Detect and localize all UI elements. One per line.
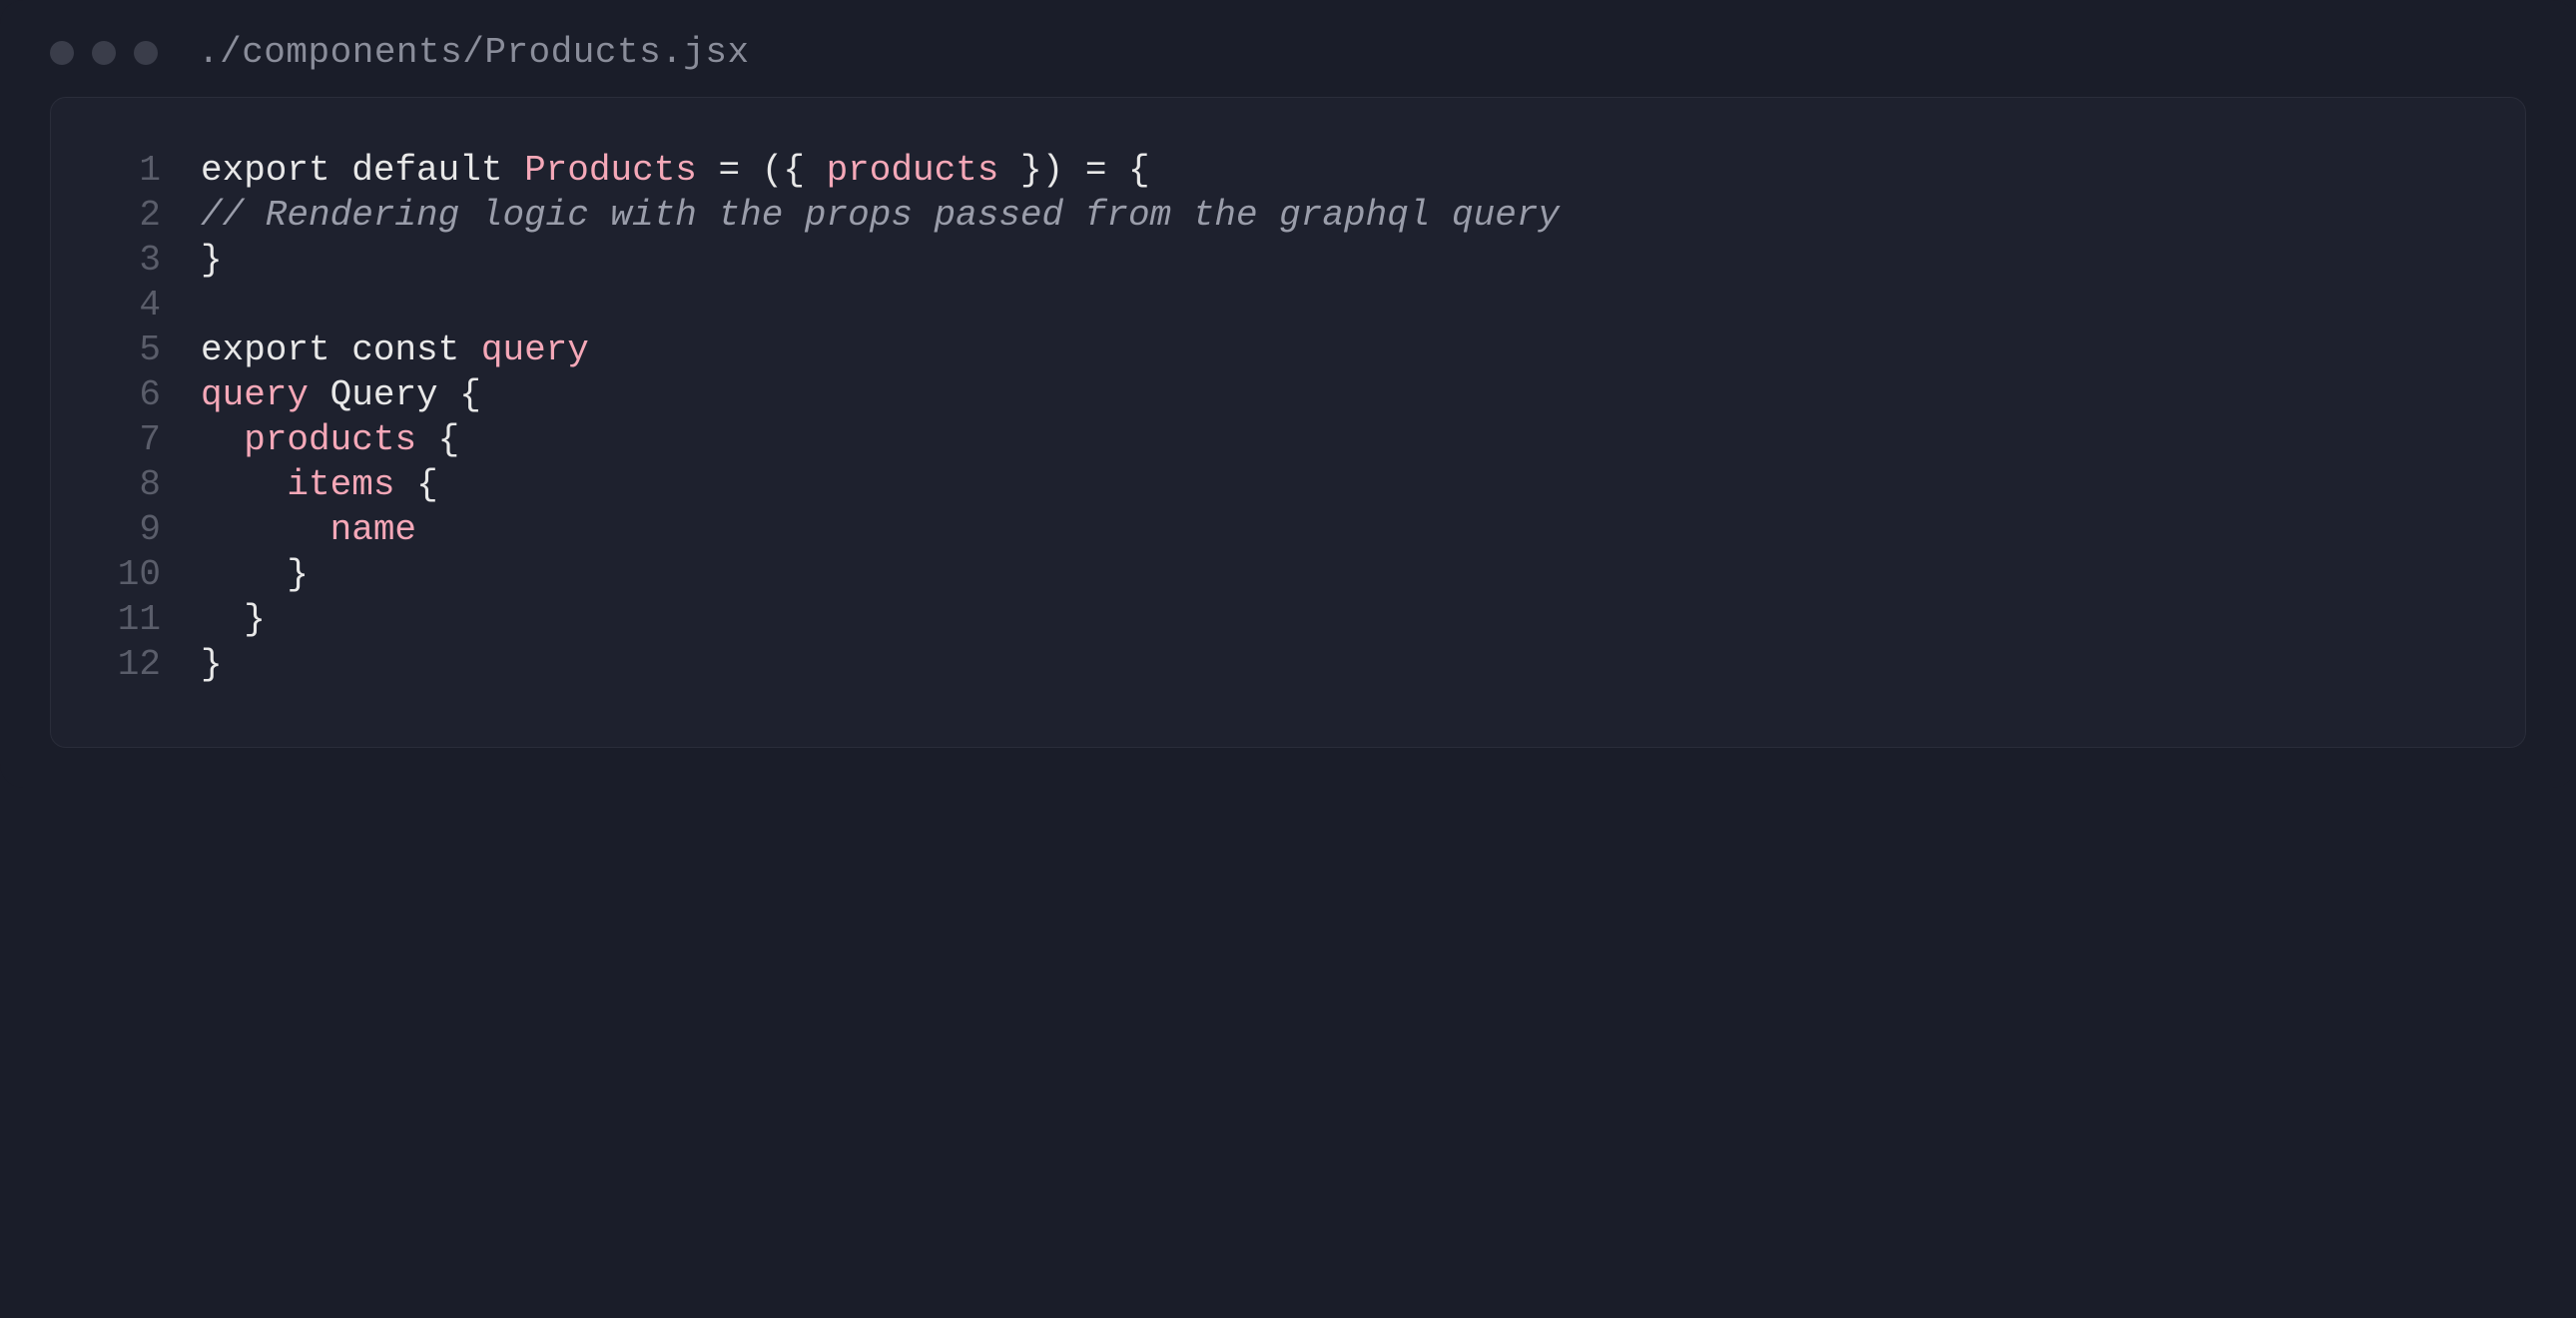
filename-label: ./components/Products.jsx	[198, 32, 750, 73]
code-lines-container: 1 export default Products = ({ products }…	[91, 148, 2485, 687]
traffic-lights	[50, 41, 158, 65]
code-token	[805, 150, 827, 191]
code-content[interactable]: query Query {	[201, 372, 2485, 417]
code-token: {	[1128, 150, 1150, 191]
code-token: Query	[330, 374, 438, 415]
code-token: const	[351, 330, 459, 370]
code-token: {	[416, 464, 438, 505]
code-line[interactable]: 7 products {	[91, 417, 2485, 462]
code-content[interactable]: export default Products = ({ products })…	[201, 148, 2485, 193]
code-token: Products	[524, 150, 697, 191]
code-token	[740, 150, 762, 191]
line-number: 11	[91, 597, 161, 642]
code-line[interactable]: 10 }	[91, 552, 2485, 597]
code-content[interactable]: items {	[201, 462, 2485, 507]
line-number: 6	[91, 372, 161, 417]
code-line[interactable]: 8 items {	[91, 462, 2485, 507]
code-token: ({	[762, 150, 805, 191]
line-number: 7	[91, 417, 161, 462]
code-token	[330, 330, 352, 370]
code-token: default	[351, 150, 502, 191]
code-line[interactable]: 1 export default Products = ({ products }…	[91, 148, 2485, 193]
code-line[interactable]: 11 }	[91, 597, 2485, 642]
code-token	[330, 150, 352, 191]
line-number: 1	[91, 148, 161, 193]
editor-window: ./components/Products.jsx 1 export defaul…	[0, 0, 2576, 788]
code-content[interactable]: // Rendering logic with the props passed…	[201, 193, 2485, 238]
code-token: query	[201, 374, 309, 415]
code-token	[1063, 150, 1085, 191]
code-panel[interactable]: 1 export default Products = ({ products }…	[50, 97, 2526, 748]
code-token	[998, 150, 1020, 191]
code-content[interactable]: }	[201, 552, 2485, 597]
code-token: products	[244, 419, 416, 460]
code-token	[201, 509, 330, 550]
code-token: export	[201, 150, 330, 191]
code-token	[459, 330, 481, 370]
line-number: 4	[91, 283, 161, 328]
code-token	[416, 419, 438, 460]
code-token	[438, 374, 460, 415]
code-token	[201, 554, 287, 595]
code-token: {	[459, 374, 481, 415]
code-token	[502, 150, 524, 191]
code-line[interactable]: 5 export const query	[91, 328, 2485, 372]
code-line[interactable]: 4	[91, 283, 2485, 328]
line-number: 9	[91, 507, 161, 552]
code-content[interactable]: products {	[201, 417, 2485, 462]
code-token: })	[1020, 150, 1063, 191]
code-token	[201, 419, 244, 460]
code-token: products	[827, 150, 999, 191]
code-token	[201, 464, 287, 505]
close-icon[interactable]	[50, 41, 74, 65]
code-token	[309, 374, 330, 415]
code-line[interactable]: 12}	[91, 642, 2485, 687]
line-number: 3	[91, 238, 161, 283]
code-line[interactable]: 3}	[91, 238, 2485, 283]
code-token	[394, 464, 416, 505]
code-line[interactable]: 6 query Query {	[91, 372, 2485, 417]
line-number: 12	[91, 642, 161, 687]
code-token	[697, 150, 719, 191]
code-token: // Rendering logic with the props passed…	[201, 195, 1560, 236]
code-token: }	[201, 644, 223, 685]
line-number: 10	[91, 552, 161, 597]
code-line[interactable]: 9 name	[91, 507, 2485, 552]
code-line[interactable]: 2 // Rendering logic with the props passe…	[91, 193, 2485, 238]
code-content[interactable]: }	[201, 238, 2485, 283]
code-content[interactable]: export const query	[201, 328, 2485, 372]
code-token: name	[330, 509, 416, 550]
minimize-icon[interactable]	[92, 41, 116, 65]
code-token	[201, 599, 244, 640]
titlebar: ./components/Products.jsx	[0, 0, 2576, 97]
code-token: export	[201, 330, 330, 370]
code-token: }	[244, 599, 266, 640]
code-token: }	[201, 240, 223, 281]
code-token: {	[438, 419, 460, 460]
maximize-icon[interactable]	[134, 41, 158, 65]
code-content[interactable]: name	[201, 507, 2485, 552]
code-token: items	[287, 464, 394, 505]
code-content[interactable]: }	[201, 642, 2485, 687]
code-token: =	[1085, 150, 1107, 191]
line-number: 5	[91, 328, 161, 372]
code-token: }	[287, 554, 309, 595]
code-token: query	[481, 330, 589, 370]
code-token: =	[719, 150, 741, 191]
code-token	[1106, 150, 1128, 191]
line-number: 8	[91, 462, 161, 507]
line-number: 2	[91, 193, 161, 238]
code-content[interactable]: }	[201, 597, 2485, 642]
